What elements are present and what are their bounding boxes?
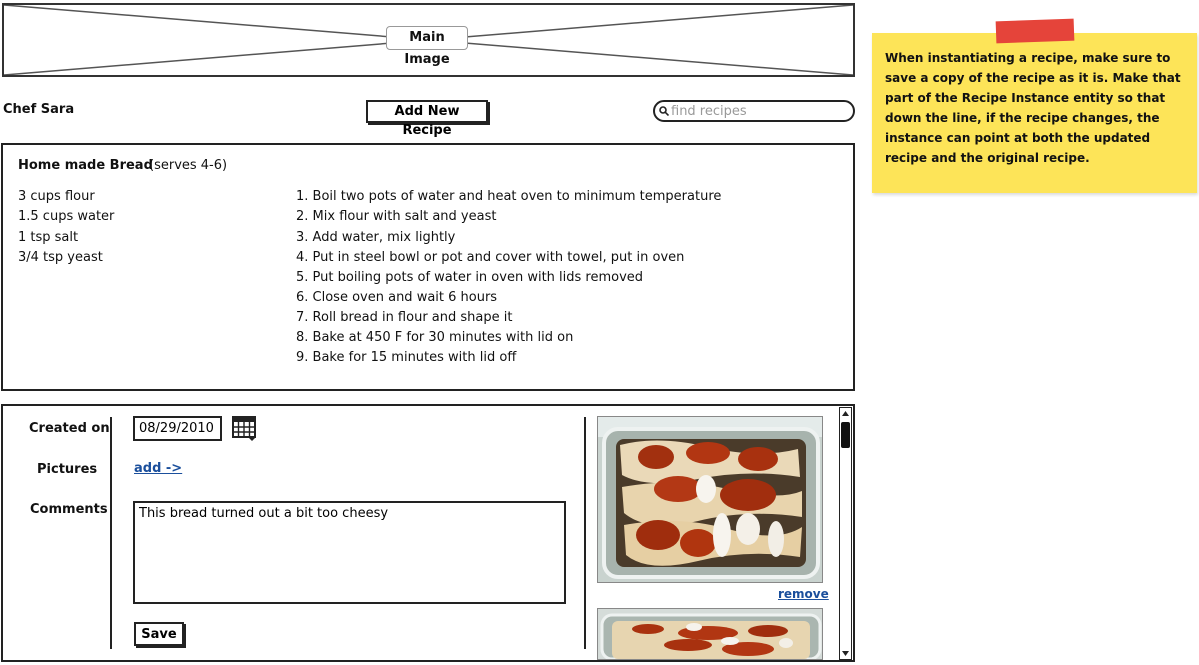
recipe-step: 2. Mix flour with salt and yeast	[296, 209, 497, 224]
recipe-title: Home made Bread	[18, 158, 153, 173]
lasagna-photo-image	[598, 417, 822, 582]
recipe-step: 4. Put in steel bowl or pot and cover wi…	[296, 250, 685, 265]
ingredient-item: 3 cups flour	[18, 189, 95, 204]
created-date-field[interactable]	[133, 416, 222, 441]
save-button[interactable]: Save	[134, 622, 184, 646]
pictures-label: Pictures	[37, 462, 98, 477]
comments-field[interactable]: This bread turned out a bit too cheesy	[133, 501, 566, 604]
scroll-thumb[interactable]	[841, 422, 850, 448]
comments-label: Comments	[30, 502, 108, 517]
lasagna-photo	[597, 416, 823, 583]
recipe-serves: (serves 4-6)	[149, 158, 228, 173]
add-picture-link[interactable]: add ->	[134, 461, 182, 476]
divider	[584, 417, 586, 649]
calendar-icon[interactable]	[232, 415, 258, 441]
recipe-step: 3. Add water, mix lightly	[296, 230, 456, 245]
chef-name: Chef Sara	[3, 102, 75, 117]
scroll-up-arrow-icon[interactable]	[840, 408, 851, 419]
scroll-down-arrow-icon[interactable]	[840, 648, 851, 659]
recipe-step: 5. Put boiling pots of water in oven wit…	[296, 270, 644, 285]
sticky-note-text: When instantiating a recipe, make sure t…	[885, 51, 1181, 165]
recipe-step: 6. Close oven and wait 6 hours	[296, 290, 498, 305]
ingredient-item: 3/4 tsp yeast	[18, 250, 103, 265]
ingredient-item: 1.5 cups water	[18, 209, 115, 224]
add-new-recipe-button[interactable]: Add New Recipe	[366, 100, 488, 138]
search-icon	[659, 106, 669, 116]
recipe-step: 9. Bake for 15 minutes with lid off	[296, 350, 517, 365]
main-image-label: Main Image	[386, 26, 468, 67]
remove-picture-link[interactable]: remove	[778, 587, 829, 601]
lasagna-photo-image	[598, 609, 822, 659]
search-input[interactable]	[671, 102, 849, 120]
recipe-step: 1. Boil two pots of water and heat oven …	[296, 189, 722, 204]
ingredient-item: 1 tsp salt	[18, 230, 79, 245]
sticky-note-tape	[995, 18, 1075, 44]
recipe-step: 7. Roll bread in flour and shape it	[296, 310, 513, 325]
scrollbar[interactable]	[839, 407, 852, 660]
divider	[110, 417, 112, 649]
search-box[interactable]	[653, 100, 855, 122]
created-on-label: Created on	[29, 421, 110, 436]
recipe-step: 8. Bake at 450 F for 30 minutes with lid…	[296, 330, 574, 345]
lasagna-photo	[597, 608, 823, 660]
